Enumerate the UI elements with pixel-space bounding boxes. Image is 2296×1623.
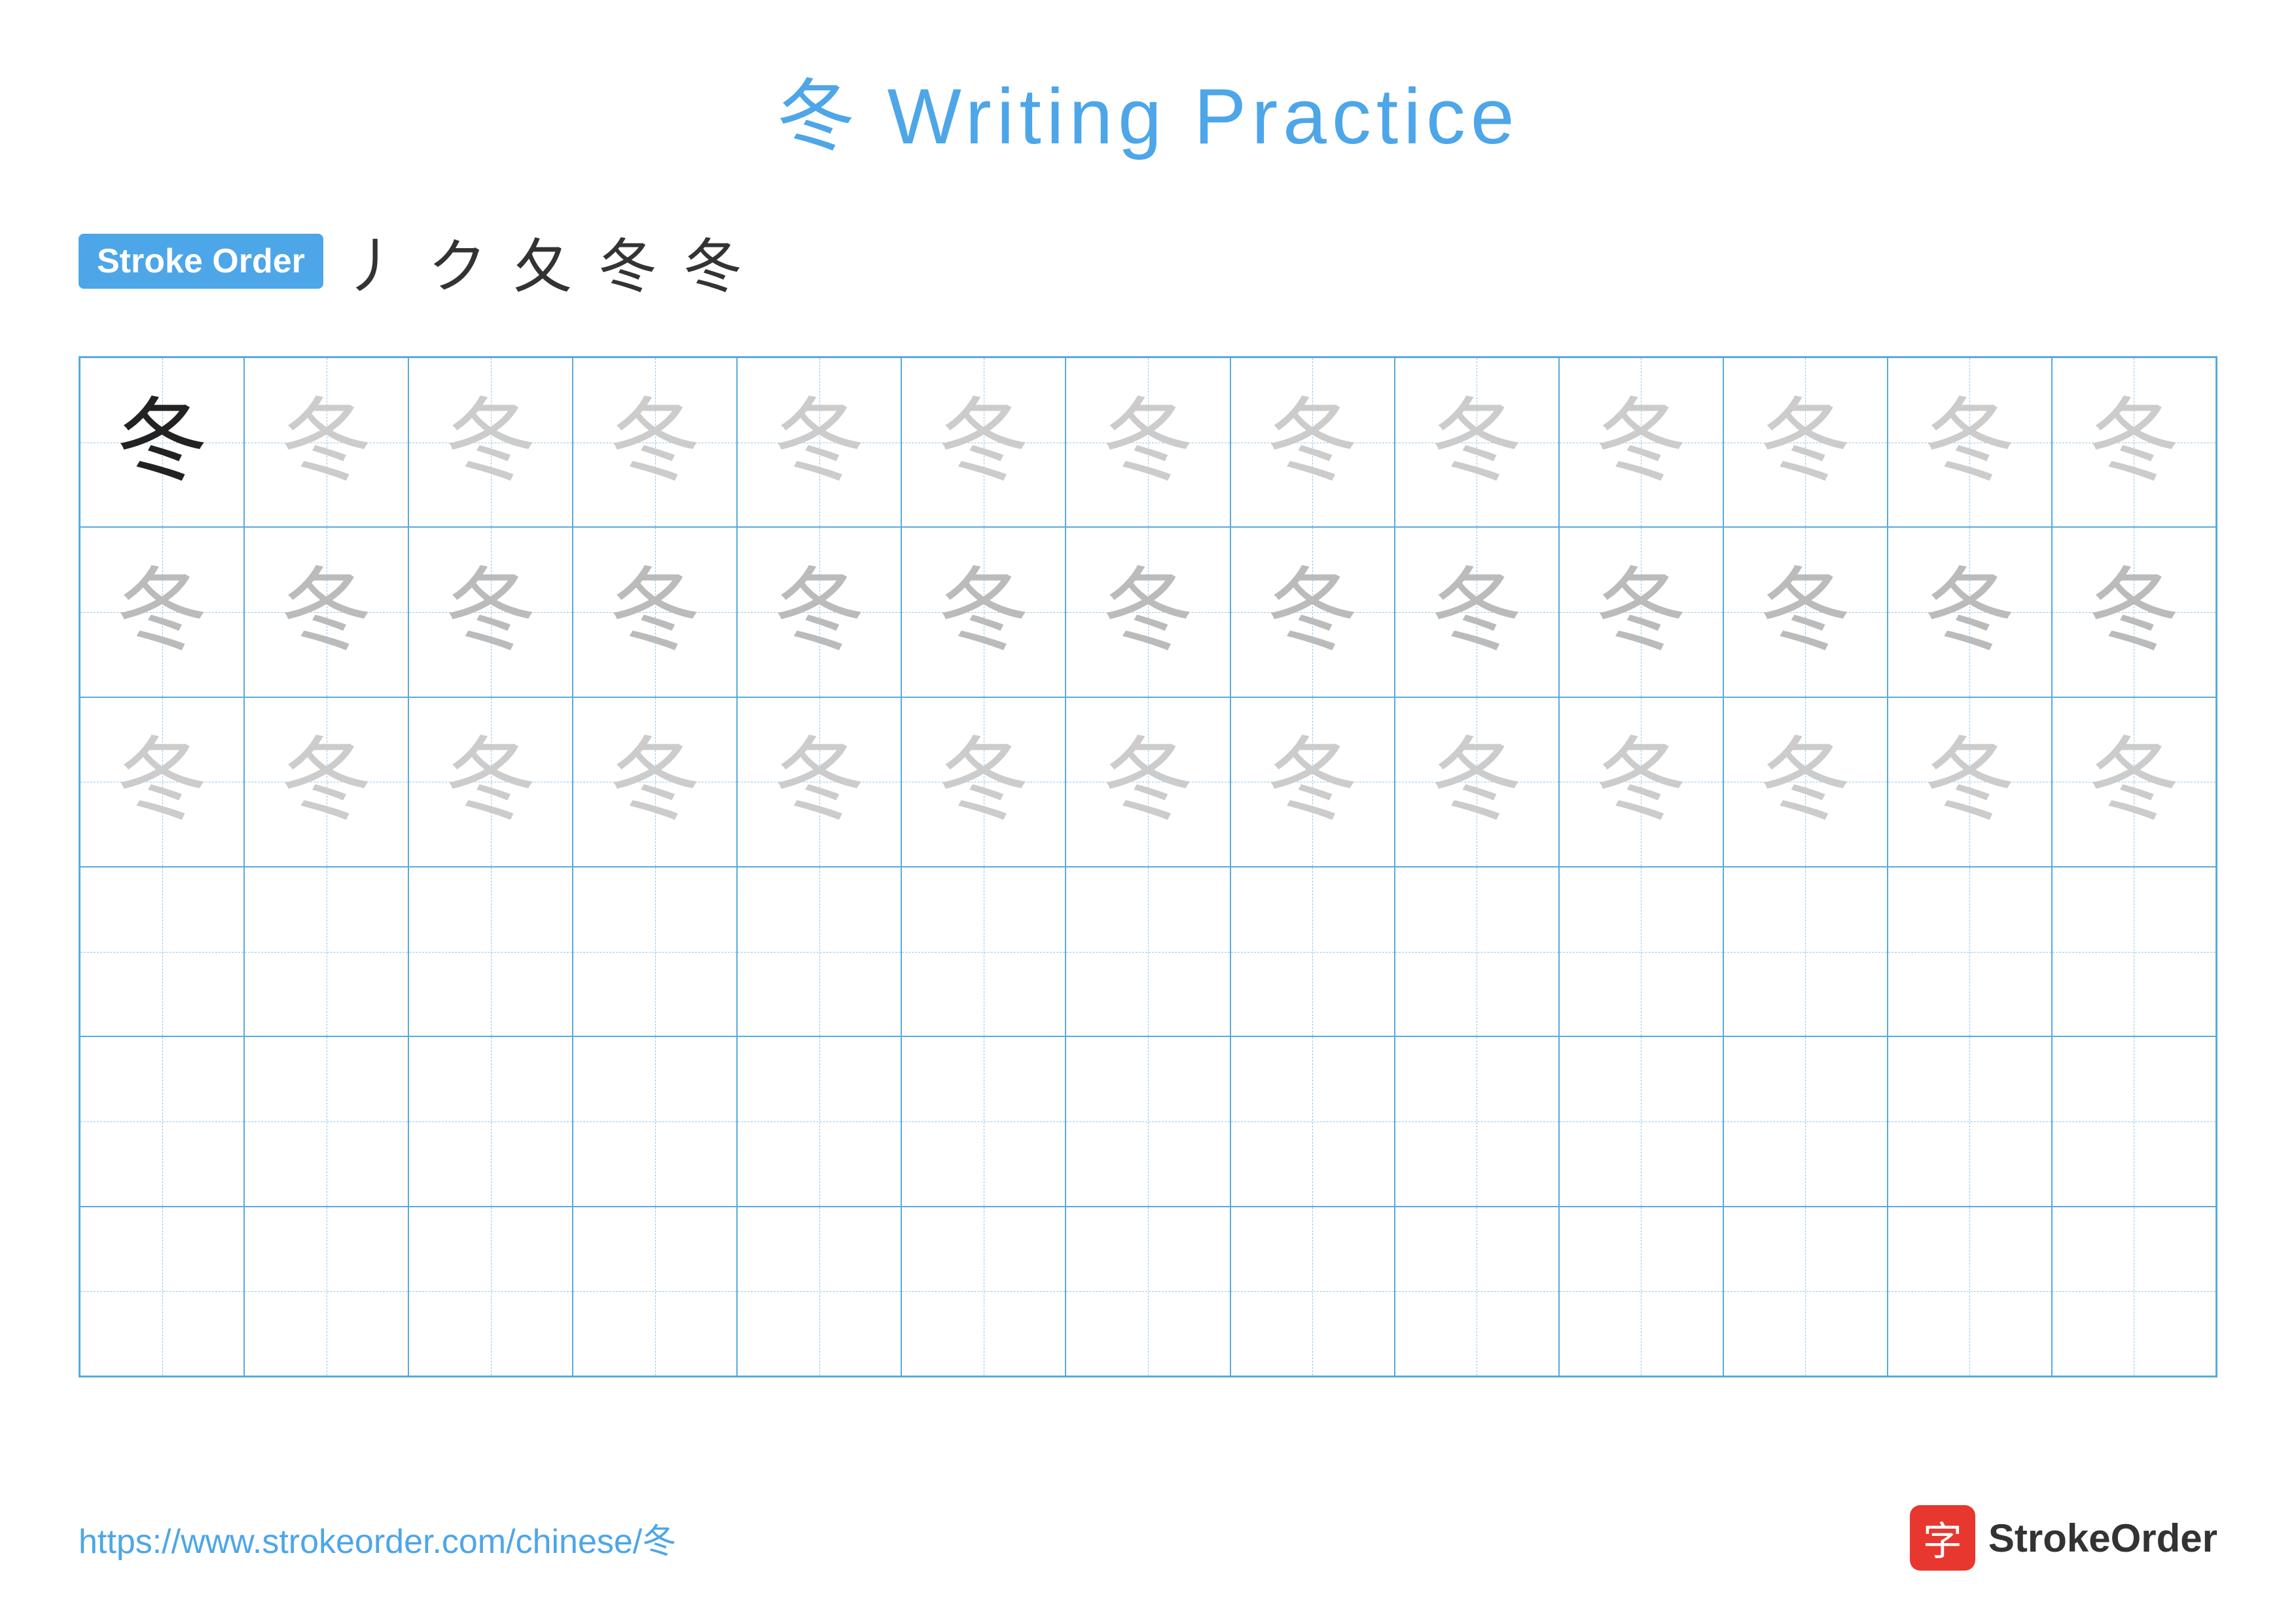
grid-cell[interactable]: [737, 1036, 901, 1206]
grid-cell[interactable]: 冬: [408, 357, 573, 527]
grid-cell[interactable]: 冬: [1888, 527, 2052, 697]
grid-cell[interactable]: [2052, 867, 2216, 1036]
grid-cell[interactable]: [244, 1036, 408, 1206]
stroke-1: 丿: [343, 219, 402, 304]
page-title: 冬 Writing Practice: [79, 52, 2217, 166]
footer-logo: 字 StrokeOrder: [1910, 1505, 2217, 1571]
grid-cell[interactable]: [1888, 1036, 2052, 1206]
grid-cell[interactable]: 冬: [2052, 357, 2216, 527]
grid-cell[interactable]: [1559, 1036, 1723, 1206]
title-text: Writing Practice: [860, 73, 1519, 160]
grid-cell[interactable]: 冬: [1066, 697, 1230, 867]
practice-grid: 冬冬冬冬冬冬冬冬冬冬冬冬冬冬冬冬冬冬冬冬冬冬冬冬冬冬冬冬冬冬冬冬冬冬冬冬冬冬冬: [79, 356, 2217, 1377]
stroke-3: 夂: [513, 219, 572, 304]
grid-cell[interactable]: 冬: [1395, 697, 1559, 867]
grid-cell[interactable]: 冬: [737, 697, 901, 867]
grid-cell[interactable]: 冬: [1723, 357, 1888, 527]
grid-cell[interactable]: 冬: [1888, 357, 2052, 527]
grid-cell[interactable]: [1066, 867, 1230, 1036]
grid-cell[interactable]: [1230, 867, 1395, 1036]
logo-name: StrokeOrder: [1988, 1516, 2217, 1561]
grid-cell[interactable]: [408, 867, 573, 1036]
grid-cell[interactable]: [1395, 1207, 1559, 1376]
grid-cell[interactable]: [737, 867, 901, 1036]
grid-cell[interactable]: 冬: [2052, 697, 2216, 867]
grid-cell[interactable]: [1723, 1207, 1888, 1376]
grid-cell[interactable]: [80, 1036, 244, 1206]
grid-cell[interactable]: [573, 1036, 737, 1206]
grid-cell[interactable]: [2052, 1207, 2216, 1376]
grid-cell[interactable]: [573, 1207, 737, 1376]
grid-cell[interactable]: 冬: [1230, 527, 1395, 697]
grid-cell[interactable]: [1230, 1207, 1395, 1376]
grid-cell[interactable]: 冬: [80, 527, 244, 697]
grid-cell[interactable]: 冬: [901, 697, 1066, 867]
grid-cell[interactable]: [573, 867, 737, 1036]
grid-cell[interactable]: 冬: [737, 527, 901, 697]
grid-cell[interactable]: [737, 1207, 901, 1376]
grid-cell[interactable]: 冬: [1888, 697, 2052, 867]
grid-cell[interactable]: [1395, 867, 1559, 1036]
grid-cell[interactable]: [1395, 1036, 1559, 1206]
title-char: 冬: [776, 73, 860, 160]
grid-cell[interactable]: 冬: [1559, 357, 1723, 527]
grid-cell[interactable]: [1230, 1036, 1395, 1206]
grid-cell[interactable]: [901, 1207, 1066, 1376]
grid-cell[interactable]: 冬: [80, 697, 244, 867]
footer: https://www.strokeorder.com/chinese/冬 字 …: [79, 1505, 2217, 1571]
grid-cell[interactable]: 冬: [1559, 697, 1723, 867]
grid-cell[interactable]: 冬: [573, 357, 737, 527]
grid-cell[interactable]: [1066, 1036, 1230, 1206]
grid-cell[interactable]: 冬: [573, 527, 737, 697]
grid-cell[interactable]: [2052, 1036, 2216, 1206]
grid-cell[interactable]: 冬: [901, 527, 1066, 697]
stroke-sequence: 丿 ク 夂 冬 冬: [343, 219, 742, 304]
grid-cell[interactable]: 冬: [408, 697, 573, 867]
grid-cell[interactable]: 冬: [408, 527, 573, 697]
grid-cell[interactable]: 冬: [1395, 357, 1559, 527]
grid-cell[interactable]: 冬: [244, 697, 408, 867]
grid-cell[interactable]: 冬: [1066, 357, 1230, 527]
grid-cell[interactable]: 冬: [2052, 527, 2216, 697]
grid-cell[interactable]: [244, 1207, 408, 1376]
grid-cell[interactable]: 冬: [244, 527, 408, 697]
stroke-order-badge: Stroke Order: [79, 234, 323, 289]
grid-cell[interactable]: [1723, 867, 1888, 1036]
grid-cell[interactable]: 冬: [1723, 527, 1888, 697]
stroke-4: 冬: [598, 219, 657, 304]
grid-cell[interactable]: 冬: [80, 357, 244, 527]
grid-cell[interactable]: [901, 1036, 1066, 1206]
grid-cell[interactable]: [1559, 867, 1723, 1036]
grid-cell[interactable]: [408, 1036, 573, 1206]
footer-url: https://www.strokeorder.com/chinese/冬: [79, 1514, 676, 1563]
grid-cell[interactable]: [1066, 1207, 1230, 1376]
grid-cell[interactable]: 冬: [737, 357, 901, 527]
grid-cell[interactable]: [80, 1207, 244, 1376]
grid-cell[interactable]: [1888, 867, 2052, 1036]
grid-cell[interactable]: 冬: [1230, 357, 1395, 527]
grid-cell[interactable]: 冬: [1559, 527, 1723, 697]
grid-cell[interactable]: 冬: [1395, 527, 1559, 697]
grid-cell[interactable]: [244, 867, 408, 1036]
grid-cell[interactable]: [901, 867, 1066, 1036]
grid-cell[interactable]: 冬: [1723, 697, 1888, 867]
grid-cell[interactable]: [80, 867, 244, 1036]
grid-cell[interactable]: [1559, 1207, 1723, 1376]
grid-cell[interactable]: [1888, 1207, 2052, 1376]
page: 冬 Writing Practice Stroke Order 丿 ク 夂 冬 …: [0, 0, 2296, 1623]
grid-cell[interactable]: [1723, 1036, 1888, 1206]
grid-cell[interactable]: 冬: [244, 357, 408, 527]
grid-cell[interactable]: 冬: [1230, 697, 1395, 867]
stroke-order-row: Stroke Order 丿 ク 夂 冬 冬: [79, 219, 2217, 304]
stroke-2: ク: [428, 219, 487, 304]
logo-icon: 字: [1910, 1505, 1975, 1571]
grid-cell[interactable]: 冬: [573, 697, 737, 867]
stroke-5: 冬: [683, 219, 742, 304]
grid-cell[interactable]: 冬: [901, 357, 1066, 527]
grid-cell[interactable]: 冬: [1066, 527, 1230, 697]
grid-cell[interactable]: [408, 1207, 573, 1376]
